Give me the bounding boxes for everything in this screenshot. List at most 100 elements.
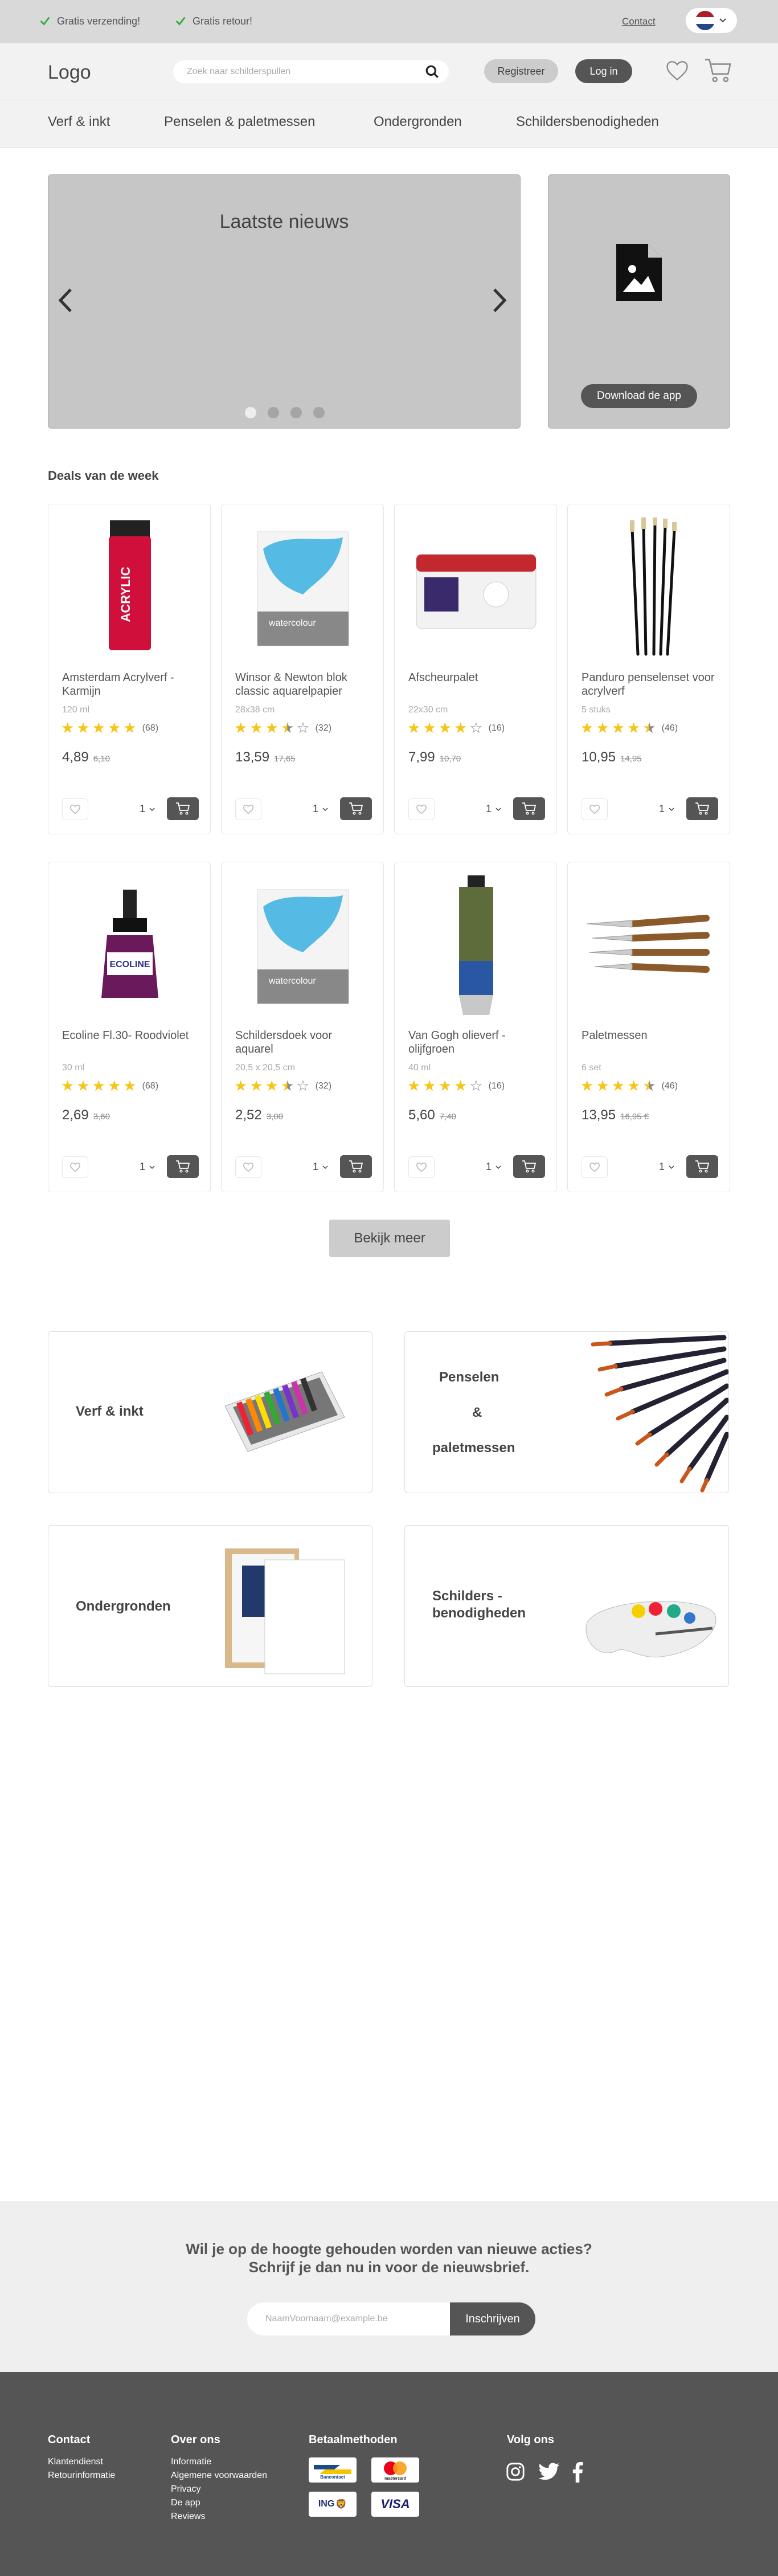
quantity-value: 1	[659, 1161, 665, 1172]
product-name[interactable]: Winsor & Newton blok classic aquarelpapi…	[235, 671, 372, 698]
add-to-cart-button[interactable]	[340, 797, 372, 820]
product-image[interactable]: watercolour	[233, 874, 373, 1020]
carousel-next-icon[interactable]	[491, 286, 508, 315]
product-name[interactable]: Amsterdam Acrylverf - Karmijn	[62, 671, 199, 698]
add-to-cart-button[interactable]	[513, 1155, 545, 1178]
footer-link[interactable]: Algemene voorwaarden	[171, 2469, 267, 2483]
product-card[interactable]: watercolour Winsor & Newton blok classic…	[221, 504, 384, 834]
favorite-button[interactable]	[62, 1156, 88, 1178]
star-icon: ★	[61, 1078, 75, 1095]
carousel-dot[interactable]	[290, 407, 302, 418]
contact-link[interactable]: Contact	[622, 16, 656, 27]
logo[interactable]: Logo	[48, 62, 91, 84]
lion-icon: 🦁	[335, 2500, 347, 2509]
current-price: 4,89	[62, 749, 89, 765]
product-rating: ★ ★ ★ ★ ★ (46)	[580, 1079, 678, 1094]
login-button[interactable]: Log in	[575, 59, 632, 83]
product-card[interactable]: ECOLINE Ecoline Fl.30- Roodviolet 30 ml …	[48, 862, 211, 1192]
chevron-down-icon	[496, 1165, 501, 1169]
star-icon: ★	[642, 1078, 656, 1095]
favorite-button[interactable]	[235, 1156, 261, 1178]
quantity-select[interactable]: 1	[140, 1161, 155, 1173]
product-name[interactable]: Schildersdoek voor aquarel	[235, 1029, 372, 1056]
subscribe-button[interactable]: Inschrijven	[450, 2302, 535, 2335]
add-to-cart-button[interactable]	[167, 797, 199, 820]
quantity-select[interactable]: 1	[313, 803, 329, 815]
newsletter-email-input[interactable]: NaamVoornaam@example.be	[247, 2302, 450, 2335]
product-image[interactable]: ACRYLIC	[60, 516, 200, 662]
favorite-button[interactable]	[235, 798, 261, 820]
product-card[interactable]: watercolour Schildersdoek voor aquarel 2…	[221, 862, 384, 1192]
facebook-icon[interactable]	[572, 2462, 583, 2483]
add-to-cart-button[interactable]	[686, 1155, 718, 1178]
add-to-cart-button[interactable]	[513, 797, 545, 820]
cart-icon[interactable]	[704, 57, 732, 84]
category-verf-inkt[interactable]: Verf & inkt	[48, 1331, 372, 1493]
old-price: 3,60	[93, 1112, 110, 1122]
instagram-icon[interactable]	[506, 2462, 525, 2481]
category-schildersbenodigheden[interactable]: Schilders - benodigheden	[404, 1525, 729, 1687]
search-bar[interactable]: Zoek naar schilderspullen	[173, 60, 449, 83]
carousel-dot[interactable]	[268, 407, 279, 418]
carousel-dot[interactable]	[245, 407, 256, 418]
carousel-dot[interactable]	[313, 407, 325, 418]
chevron-down-icon	[496, 807, 501, 811]
carousel-prev-icon[interactable]	[57, 286, 74, 315]
language-selector[interactable]	[686, 8, 737, 33]
quantity-select[interactable]: 1	[659, 803, 675, 815]
search-input[interactable]: Zoek naar schilderspullen	[187, 67, 425, 77]
favorite-button[interactable]	[582, 1156, 608, 1178]
product-image[interactable]: watercolour	[233, 516, 373, 662]
quantity-select[interactable]: 1	[313, 1161, 329, 1173]
category-ondergronden[interactable]: Ondergronden	[48, 1525, 372, 1687]
product-name[interactable]: Van Gogh olieverf - olijfgroen	[408, 1029, 545, 1056]
product-name[interactable]: Ecoline Fl.30- Roodviolet	[62, 1029, 199, 1042]
quantity-select[interactable]: 1	[140, 803, 155, 815]
product-image[interactable]: ECOLINE	[60, 874, 200, 1020]
product-rating: ★ ★ ★ ★ ☆ (32)	[234, 1079, 331, 1094]
product-image[interactable]	[579, 516, 719, 662]
product-image[interactable]	[579, 874, 719, 1020]
product-name[interactable]: Paletmessen	[582, 1029, 718, 1042]
quantity-select[interactable]: 1	[659, 1161, 675, 1173]
product-name[interactable]: Panduro penselenset voor acrylverf	[582, 671, 718, 698]
star-icon: ★	[596, 720, 609, 737]
twitter-icon[interactable]	[538, 2462, 560, 2481]
footer-link[interactable]: Reviews	[171, 2510, 267, 2524]
favorite-button[interactable]	[582, 798, 608, 820]
star-icon: ★	[453, 1078, 468, 1095]
product-card[interactable]: Van Gogh olieverf - olijfgroen 40 ml ★ ★ ★…	[394, 862, 557, 1192]
product-card[interactable]: Paletmessen 6 set ★ ★ ★ ★ ★ (46) 13,95 16,95 …	[567, 862, 730, 1192]
quantity-select[interactable]: 1	[486, 803, 502, 815]
nav-item-verf-inkt[interactable]: Verf & inkt	[48, 114, 110, 130]
product-image[interactable]	[406, 516, 546, 662]
heart-icon	[69, 1162, 81, 1172]
quantity-select[interactable]: 1	[486, 1161, 502, 1173]
show-more-button[interactable]: Bekijk meer	[329, 1220, 450, 1257]
footer-link[interactable]: Klantendienst	[48, 2455, 115, 2469]
footer-link[interactable]: De app	[171, 2496, 267, 2510]
register-button[interactable]: Registreer	[484, 59, 558, 83]
product-image[interactable]	[406, 874, 546, 1020]
heart-icon[interactable]	[665, 59, 689, 82]
add-to-cart-button[interactable]	[686, 797, 718, 820]
favorite-button[interactable]	[408, 798, 435, 820]
product-card[interactable]: Afscheurpalet 22x30 cm ★ ★ ★ ★ ☆ (16) 7,99 10…	[394, 504, 557, 834]
add-to-cart-button[interactable]	[340, 1155, 372, 1178]
footer-link[interactable]: Privacy	[171, 2483, 267, 2496]
favorite-button[interactable]	[408, 1156, 435, 1178]
product-card[interactable]: Panduro penselenset voor acrylverf 5 stu…	[567, 504, 730, 834]
add-to-cart-button[interactable]	[167, 1155, 199, 1178]
category-penselen[interactable]: Penselen & paletmessen	[404, 1331, 729, 1493]
download-app-button[interactable]: Download de app	[581, 384, 697, 408]
image-file-icon	[616, 244, 662, 301]
footer-link[interactable]: Retourinformatie	[48, 2469, 115, 2483]
nav-item-penselen[interactable]: Penselen & paletmessen	[164, 114, 316, 130]
search-icon[interactable]	[425, 64, 440, 79]
product-name[interactable]: Afscheurpalet	[408, 671, 545, 684]
favorite-button[interactable]	[62, 798, 88, 820]
footer-link[interactable]: Informatie	[171, 2455, 267, 2469]
product-card[interactable]: ACRYLIC Amsterdam Acrylverf - Karmijn 12…	[48, 504, 211, 834]
nav-item-schildersbenodigheden[interactable]: Schildersbenodigheden	[516, 114, 659, 130]
nav-item-ondergronden[interactable]: Ondergronden	[374, 114, 462, 130]
